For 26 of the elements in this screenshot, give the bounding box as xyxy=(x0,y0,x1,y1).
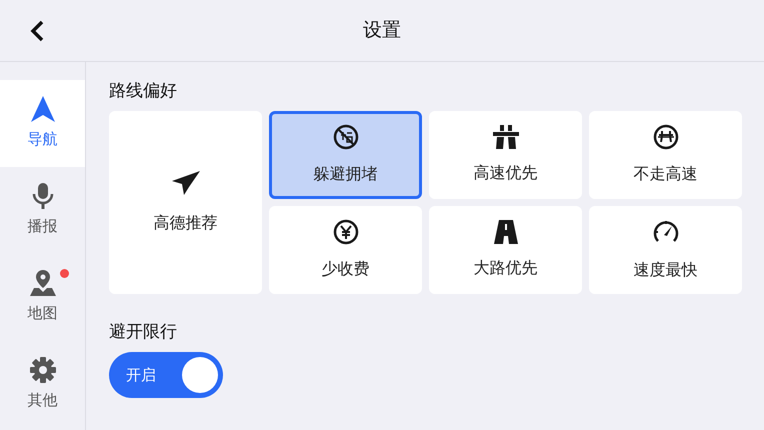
yen-coin-icon xyxy=(332,219,358,245)
toggle-knob xyxy=(182,357,218,393)
sidebar-tab[interactable]: 地图 xyxy=(0,254,85,341)
sidebar-tab[interactable]: 播报 xyxy=(0,167,85,254)
microphone-icon xyxy=(32,183,54,210)
page-title: 设置 xyxy=(363,18,401,44)
road-icon xyxy=(494,220,518,244)
prohibited-circle-icon xyxy=(332,124,358,150)
route-option[interactable]: 不走高速 xyxy=(589,111,742,199)
paper-plane-icon xyxy=(172,170,200,194)
route-option[interactable]: 高德推荐 xyxy=(109,111,262,294)
route-option[interactable]: 躲避拥堵 xyxy=(269,111,422,199)
route-option[interactable]: 速度最快 xyxy=(589,206,742,294)
route-option[interactable]: 少收费 xyxy=(269,206,422,294)
sidebar-tab[interactable]: 其他 xyxy=(0,341,85,428)
no-highway-icon xyxy=(652,124,678,150)
route-option[interactable]: 高速优先 xyxy=(429,111,582,199)
route-option[interactable]: 大路优先 xyxy=(429,206,582,294)
sidebar-tab[interactable]: 导航 xyxy=(0,80,85,167)
section-title: 避开限行 xyxy=(109,321,178,344)
navigation-arrow-icon xyxy=(30,96,54,122)
highway-icon xyxy=(492,125,518,149)
section-title: 路线偏好 xyxy=(109,80,178,103)
toggle-switch[interactable]: 开启 xyxy=(109,352,223,398)
back-chevron-icon xyxy=(30,20,44,42)
map-pin-icon xyxy=(30,270,56,296)
